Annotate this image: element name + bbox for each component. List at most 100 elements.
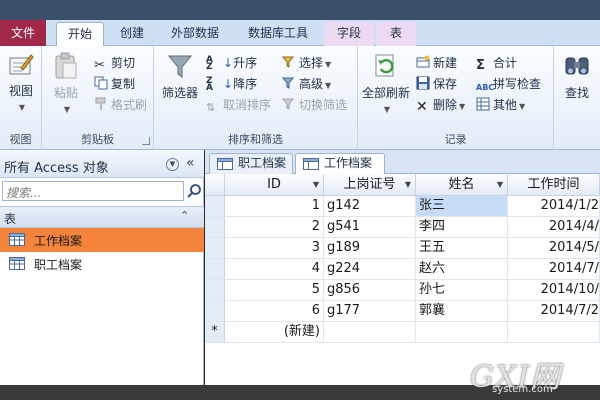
- new-record-cell[interactable]: (新建): [225, 322, 324, 343]
- new-record-cell[interactable]: [508, 322, 600, 343]
- collapse-pane-icon[interactable]: «: [186, 155, 195, 171]
- tab-external-data[interactable]: 外部数据: [160, 22, 230, 46]
- new-record-icon: [416, 55, 430, 68]
- group-find: 查找: [554, 46, 600, 150]
- tab-fields[interactable]: 字段: [324, 22, 374, 46]
- refresh-all-button[interactable]: 全部刷新 ▼: [360, 52, 412, 115]
- filter-button[interactable]: 筛选器: [160, 52, 200, 101]
- tab-database-tools[interactable]: 数据库工具: [238, 22, 318, 46]
- cell-cert[interactable]: g856: [324, 280, 416, 301]
- selection-filter-icon: [282, 56, 295, 68]
- cell-work-date[interactable]: 2014/7/2: [508, 301, 600, 322]
- clear-sort-button[interactable]: ⇅ 取消排序: [206, 96, 271, 114]
- table-icon: [303, 158, 319, 170]
- row-selector[interactable]: [205, 301, 225, 322]
- cell-cert[interactable]: g177: [324, 301, 416, 322]
- copy-icon: [94, 76, 108, 90]
- cell-name[interactable]: 孙七: [416, 280, 508, 301]
- nav-category-label: 表: [4, 212, 17, 226]
- refresh-icon: [375, 54, 394, 77]
- cell-cert[interactable]: g142: [324, 196, 416, 217]
- nav-item-staff-records[interactable]: 职工档案: [0, 252, 204, 276]
- paste-icon: [55, 52, 77, 79]
- sort-descending-button[interactable]: Z A ↓降序: [206, 75, 257, 93]
- group-records: 全部刷新 ▼ 新建 保存 ✕ 删除 ▼ Σ 合计 ABC拼写检查 其他 ▼ 记录: [358, 46, 554, 150]
- tab-create[interactable]: 创建: [110, 22, 154, 46]
- spelling-button[interactable]: ABC拼写检查: [476, 75, 541, 93]
- cell-work-date[interactable]: 2014/4/: [508, 217, 600, 238]
- column-header-work-date[interactable]: 工作时间: [508, 174, 600, 196]
- select-all-corner[interactable]: [205, 174, 225, 196]
- cell-id[interactable]: 4: [225, 259, 324, 280]
- cell-cert[interactable]: g224: [324, 259, 416, 280]
- new-record-marker[interactable]: *: [205, 322, 225, 343]
- paste-button[interactable]: 粘贴 ▼: [48, 52, 84, 115]
- column-header-id[interactable]: ID ▼: [225, 174, 324, 196]
- cell-work-date[interactable]: 2014/10/: [508, 280, 600, 301]
- cell-id[interactable]: 3: [225, 238, 324, 259]
- cut-button[interactable]: ✂ 剪切: [94, 54, 135, 73]
- spelling-icon: ABC: [476, 83, 495, 92]
- new-record-cell[interactable]: [416, 322, 508, 343]
- view-icon: [9, 54, 34, 75]
- tab-file[interactable]: 文件: [0, 20, 46, 46]
- tab-table[interactable]: 表: [376, 22, 416, 46]
- cell-id[interactable]: 2: [225, 217, 324, 238]
- group-label-clipboard: 剪贴板: [81, 133, 114, 146]
- cell-cert[interactable]: g541: [324, 217, 416, 238]
- nav-item-work-records[interactable]: 工作档案: [0, 228, 204, 252]
- cell-name[interactable]: 张三: [416, 196, 508, 217]
- doc-tab-work-records[interactable]: 工作档案: [295, 153, 385, 175]
- cell-work-date[interactable]: 2014/5/: [508, 238, 600, 259]
- cell-id[interactable]: 5: [225, 280, 324, 301]
- nav-menu-dropdown-icon[interactable]: ▼: [166, 158, 179, 171]
- nav-item-label: 职工档案: [34, 258, 83, 272]
- cell-work-date[interactable]: 2014/1/2: [508, 196, 600, 217]
- format-painter-button[interactable]: 格式刷: [94, 96, 147, 114]
- save-record-button[interactable]: 保存: [416, 75, 457, 93]
- cell-name[interactable]: 李四: [416, 217, 508, 238]
- group-sort-filter: 筛选器 A Z ↓升序 Z A ↓降序 ⇅ 取消排序 选择 ▼ 高级 ▼ 切换筛选 排序和筛选: [154, 46, 358, 150]
- copy-button[interactable]: 复制: [94, 75, 135, 93]
- cell-id[interactable]: 6: [225, 301, 324, 322]
- advanced-button[interactable]: 高级 ▼: [282, 75, 331, 93]
- nav-search-input[interactable]: 搜索...: [2, 181, 184, 201]
- view-button[interactable]: 视图 ▼: [3, 52, 39, 113]
- row-selector[interactable]: [205, 259, 225, 280]
- more-button[interactable]: 其他 ▼: [476, 96, 525, 114]
- table-icon: [9, 257, 25, 270]
- selection-button[interactable]: 选择 ▼: [282, 54, 331, 72]
- search-icon[interactable]: [186, 183, 202, 199]
- column-header-cert[interactable]: 上岗证号 ▼: [324, 174, 416, 196]
- new-record-cell[interactable]: [324, 322, 416, 343]
- cell-name[interactable]: 郭襄: [416, 301, 508, 322]
- row-selector[interactable]: [205, 196, 225, 217]
- cell-name[interactable]: 赵六: [416, 259, 508, 280]
- clipboard-dialog-launcher[interactable]: [142, 137, 150, 145]
- toggle-filter-button[interactable]: 切换筛选: [282, 96, 347, 114]
- cell-name[interactable]: 王五: [416, 238, 508, 259]
- cell-id[interactable]: 1: [225, 196, 324, 217]
- nav-category-tables[interactable]: 表 ⌃: [0, 206, 204, 228]
- table-icon: [217, 158, 233, 170]
- document-area: 职工档案 工作档案 ID ▼ 上岗证号 ▼ 姓名 ▼ 工作时间 1 g142 张三 2…: [205, 150, 600, 385]
- sort-descending-icon: ZA: [206, 76, 213, 93]
- column-header-name[interactable]: 姓名 ▼: [416, 174, 508, 196]
- nav-title[interactable]: 所有 Access 对象: [4, 157, 109, 176]
- clear-sort-icon: ⇅: [206, 101, 216, 114]
- new-record-button[interactable]: 新建: [416, 54, 457, 72]
- doc-tab-staff-records[interactable]: 职工档案: [209, 153, 293, 174]
- delete-record-button[interactable]: ✕ 删除 ▼: [416, 96, 465, 114]
- tab-home[interactable]: 开始: [56, 22, 104, 46]
- row-selector[interactable]: [205, 280, 225, 301]
- save-icon: [416, 76, 430, 90]
- sort-ascending-button[interactable]: A Z ↓升序: [206, 54, 257, 72]
- cell-work-date[interactable]: 2014/7/: [508, 259, 600, 280]
- cell-cert[interactable]: g189: [324, 238, 416, 259]
- totals-button[interactable]: Σ 合计: [476, 54, 517, 73]
- row-selector[interactable]: [205, 217, 225, 238]
- row-selector[interactable]: [205, 238, 225, 259]
- find-button[interactable]: 查找: [558, 52, 596, 101]
- advanced-filter-icon: [282, 77, 295, 89]
- delete-icon: ✕: [416, 99, 428, 115]
